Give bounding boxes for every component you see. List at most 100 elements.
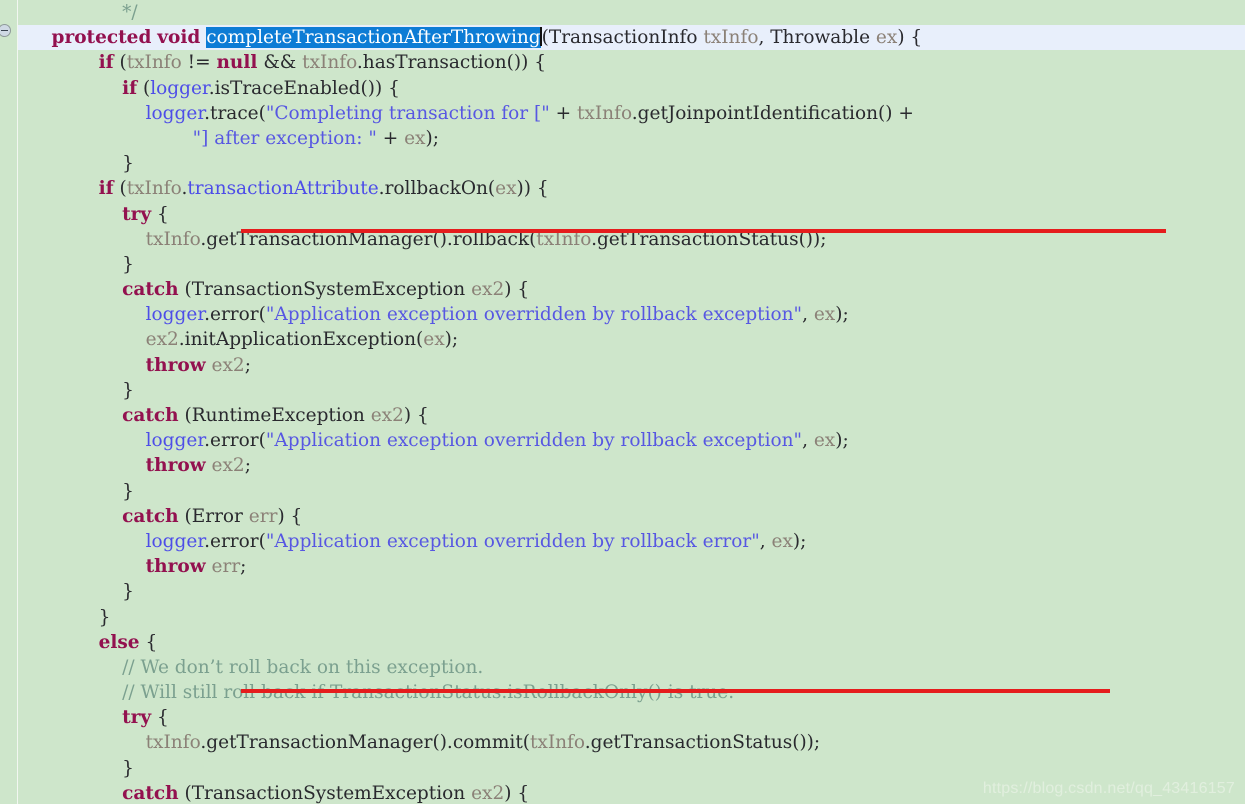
code-line[interactable]: throw ex2; xyxy=(18,353,1245,378)
collapse-minus-icon[interactable] xyxy=(0,24,11,37)
code-token-var: ex xyxy=(423,329,445,351)
code-line[interactable]: } xyxy=(18,479,1245,504)
code-token-ident: trace xyxy=(210,102,259,124)
code-token-kw: catch xyxy=(122,782,179,804)
code-token-ident: isTraceEnabled xyxy=(214,77,361,99)
code-token-var: txInfo xyxy=(126,52,182,74)
editor-gutter[interactable] xyxy=(0,0,18,804)
code-line[interactable]: catch (Error err) { xyxy=(18,504,1245,529)
code-token-var: ex2 xyxy=(471,782,505,804)
code-line[interactable]: if (txInfo.transactionAttribute.rollback… xyxy=(18,176,1245,201)
code-token-var: txInfo xyxy=(529,732,585,754)
code-token-str: "Application exception overridden by rol… xyxy=(265,530,760,552)
code-line[interactable]: } xyxy=(18,151,1245,176)
code-token-punc: } xyxy=(122,757,134,779)
code-line[interactable]: logger.error("Application exception over… xyxy=(18,302,1245,327)
code-line[interactable]: if (logger.isTraceEnabled()) { xyxy=(18,76,1245,101)
selected-identifier[interactable]: completeTransactionAfterThrowing xyxy=(206,27,541,49)
code-line[interactable]: catch (TransactionSystemException ex2) { xyxy=(18,277,1245,302)
code-line[interactable]: if (txInfo != null && txInfo.hasTransact… xyxy=(18,50,1245,75)
code-token-punc: ( xyxy=(258,430,266,452)
code-line[interactable]: ex2.initApplicationException(ex); xyxy=(18,327,1245,352)
code-line[interactable]: logger.error("Application exception over… xyxy=(18,428,1245,453)
code-token-var: err xyxy=(211,556,241,578)
code-token-punc: + xyxy=(549,102,577,124)
code-line[interactable]: try { xyxy=(18,202,1245,227)
code-content[interactable]: */ protected void completeTransactionAft… xyxy=(18,0,1245,804)
code-token-punc: } xyxy=(122,480,134,502)
code-line[interactable]: */ xyxy=(18,0,1245,25)
code-token-punc: ) { xyxy=(897,27,923,49)
code-token-punc: ; xyxy=(244,354,251,376)
code-token-punc: ( xyxy=(178,279,192,301)
code-token-var: ex xyxy=(771,530,793,552)
code-token-var: ex2 xyxy=(370,405,404,426)
code-line[interactable]: protected void completeTransactionAfterT… xyxy=(18,25,1245,51)
code-token-punc: (). xyxy=(432,732,453,754)
code-token-str: "Application exception overridden by rol… xyxy=(265,430,803,452)
code-token-var: ex xyxy=(875,27,898,49)
code-line[interactable]: } xyxy=(18,579,1245,604)
code-token-field: logger xyxy=(145,102,205,124)
code-token-punc: ); xyxy=(425,127,439,149)
code-line[interactable]: } xyxy=(18,605,1245,630)
code-token-kw: if xyxy=(98,52,114,74)
code-line[interactable]: txInfo.getTransactionManager().commit(tx… xyxy=(18,730,1245,755)
code-line[interactable]: logger.trace("Completing transaction for… xyxy=(18,101,1245,126)
code-token-str: "Completing transaction for [" xyxy=(265,102,550,124)
code-editor[interactable]: */ protected void completeTransactionAft… xyxy=(0,0,1245,804)
code-token-punc: { xyxy=(139,631,158,653)
code-token-kw: void xyxy=(157,27,201,49)
code-token-type: TransactionSystemException xyxy=(191,782,466,804)
code-token-punc: != xyxy=(181,52,217,74)
code-token-var: txInfo xyxy=(302,52,357,74)
code-line[interactable]: "] after exception: " + ex); xyxy=(18,126,1245,151)
code-token-punc: } xyxy=(122,253,134,275)
code-token-var: ex2 xyxy=(211,455,245,477)
code-line[interactable]: throw ex2; xyxy=(18,453,1245,478)
code-line[interactable]: try { xyxy=(18,705,1245,730)
code-token-ident: error xyxy=(210,530,259,552)
code-token-punc: ); xyxy=(792,530,807,552)
code-token-punc: , xyxy=(758,27,771,49)
code-token-kw: if xyxy=(122,77,138,99)
code-token-var: ex2 xyxy=(211,354,245,376)
code-token-punc: ( xyxy=(178,505,192,527)
code-token-punc: ) { xyxy=(277,505,303,527)
code-token-var: ex2 xyxy=(145,329,179,351)
code-line[interactable]: } xyxy=(18,378,1245,403)
code-token-field: transactionAttribute xyxy=(187,178,379,200)
code-token-punc: )) { xyxy=(516,178,549,200)
code-token-punc: ( xyxy=(113,178,127,200)
code-token-field: logger xyxy=(145,304,205,326)
code-token-ident: getTransactionManager xyxy=(206,732,433,754)
code-line[interactable]: catch (RuntimeException ex2) { xyxy=(18,403,1245,428)
code-line[interactable]: } xyxy=(18,756,1245,781)
code-token-ident: getTransactionStatus xyxy=(590,732,793,754)
code-token-punc: ) { xyxy=(403,405,429,426)
code-token-punc: , xyxy=(802,304,814,326)
code-token-punc: ( xyxy=(541,27,549,49)
code-line[interactable]: } xyxy=(18,252,1245,277)
code-line[interactable]: throw err; xyxy=(18,554,1245,579)
code-line[interactable]: else { xyxy=(18,630,1245,655)
code-line[interactable]: logger.error("Application exception over… xyxy=(18,529,1245,554)
code-line[interactable]: // We don’t roll back on this exception. xyxy=(18,655,1245,680)
